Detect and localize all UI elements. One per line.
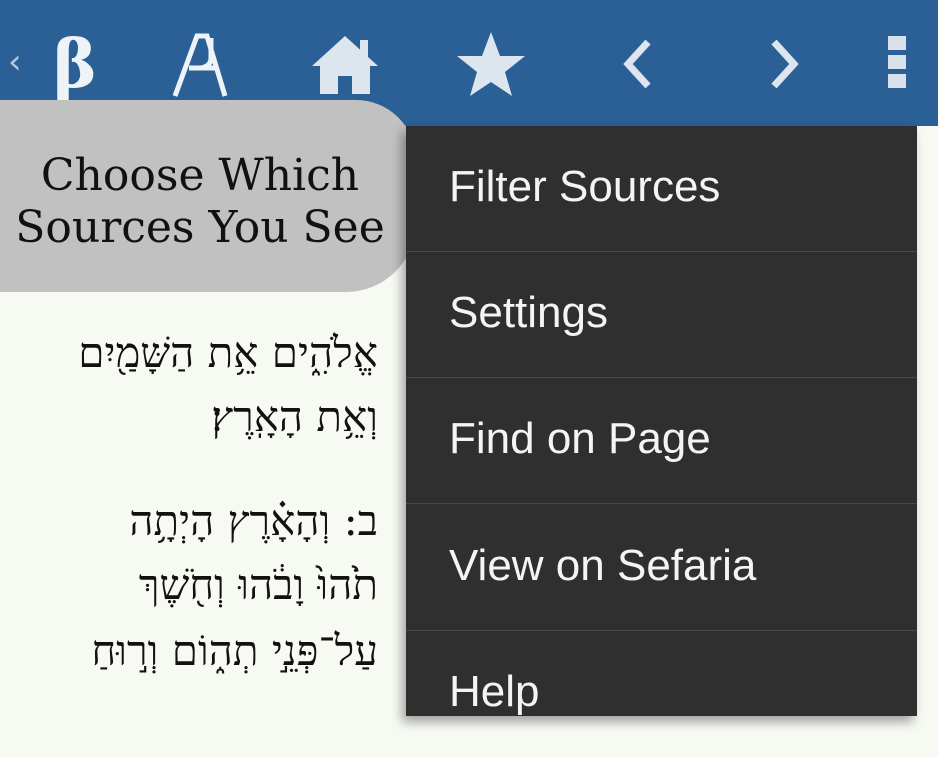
bookmark-button[interactable] xyxy=(452,22,530,106)
menu-item-view-on-sefaria[interactable]: View on Sefaria xyxy=(406,505,917,631)
next-button[interactable] xyxy=(760,22,810,106)
overflow-menu: Filter Sources Settings Find on Page Vie… xyxy=(406,126,917,716)
overflow-menu-icon[interactable] xyxy=(888,36,906,88)
verse-line: תֹ֙הוּ֙ וָבֹ֔הוּ וְחֹ֖שֶׁךְ xyxy=(138,560,378,609)
language-toggle-button[interactable] xyxy=(160,22,240,106)
star-icon xyxy=(457,32,525,96)
menu-item-filter-sources[interactable]: Filter Sources xyxy=(406,126,917,252)
menu-item-label: Settings xyxy=(449,288,608,337)
menu-item-label: Help xyxy=(449,667,540,716)
tooltip-text: Choose Which Sources You See xyxy=(0,150,400,254)
home-button[interactable] xyxy=(306,22,384,106)
back-chevron-icon[interactable]: ‹ xyxy=(8,42,22,82)
tooltip-line-2: Sources You See xyxy=(15,202,385,253)
app-logo-button[interactable]: β xyxy=(50,22,100,106)
menu-item-settings[interactable]: Settings xyxy=(406,252,917,378)
menu-item-label: Find on Page xyxy=(449,414,711,463)
previous-button[interactable] xyxy=(612,22,662,106)
verse-line: ב: וְהָאָ֗רֶץ הָיְתָ֥ה xyxy=(129,496,378,545)
verse-line: אֱלֹהִ֑ים אֵ֥ת הַשָּׁמַ֖יִם xyxy=(78,328,378,377)
alef-icon xyxy=(172,33,228,97)
chevron-right-icon xyxy=(771,39,799,89)
menu-item-label: View on Sefaria xyxy=(449,541,757,590)
menu-item-label: Filter Sources xyxy=(449,162,721,211)
verse-line: עַל־פְּנֵ֣י תְה֑וֹם וְר֣וּחַ xyxy=(91,626,378,675)
tooltip-line-1: Choose Which xyxy=(40,150,360,201)
beta-logo-icon: β xyxy=(53,25,97,103)
menu-item-help[interactable]: Help xyxy=(406,631,917,757)
verse-line: וְאֵ֥ת הָאָֽרֶץ׃ xyxy=(211,392,378,441)
home-icon xyxy=(312,36,378,94)
chevron-left-icon xyxy=(623,39,651,89)
menu-item-find-on-page[interactable]: Find on Page xyxy=(406,378,917,504)
